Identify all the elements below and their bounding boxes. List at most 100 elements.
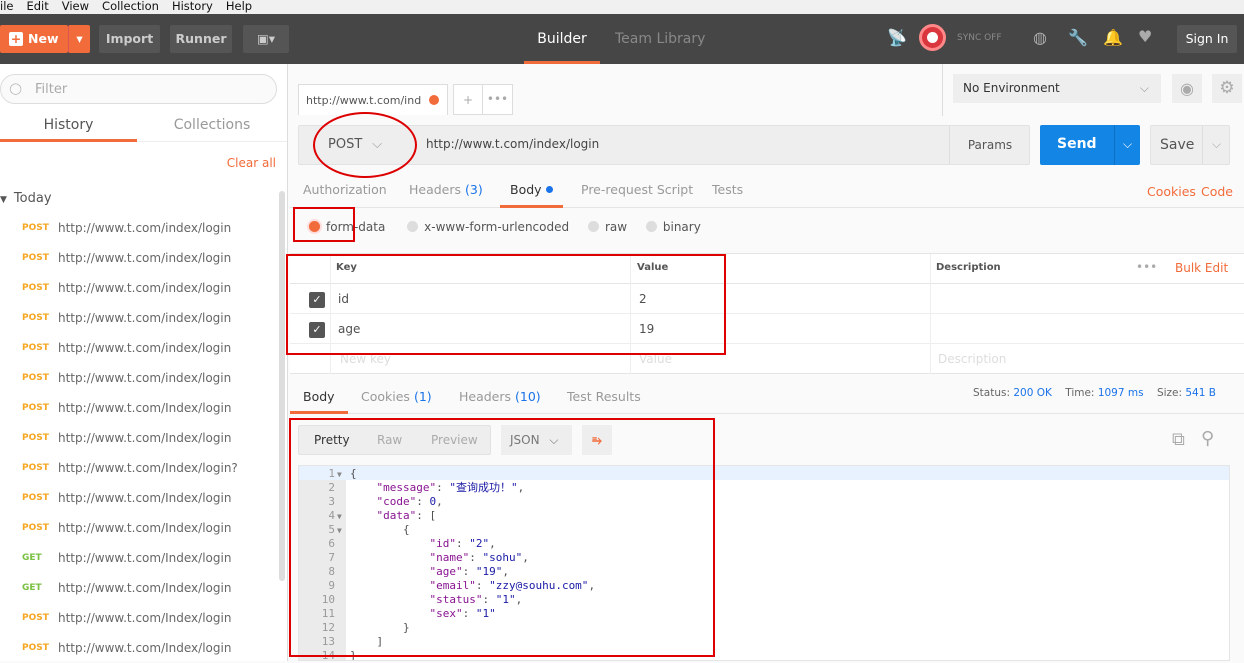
runner-button[interactable]: Runner (170, 25, 232, 53)
wrench-icon[interactable]: 🔧 (1068, 28, 1088, 47)
code-token: "查询成功！" (449, 481, 518, 494)
chevron-down-icon[interactable]: ⌵ (1202, 126, 1230, 164)
format-select[interactable]: JSON ⌵ (501, 425, 572, 455)
eye-button[interactable]: ◉ (1172, 74, 1202, 103)
history-item[interactable]: POST http://www.t.com/index/login (0, 243, 278, 273)
new-value-input[interactable]: Value (639, 352, 672, 366)
history-item[interactable]: GET http://www.t.com/Index/login (0, 573, 278, 603)
params-button[interactable]: Params (949, 126, 1030, 164)
history-item[interactable]: POST http://www.t.com/Index/login (0, 483, 278, 513)
tab-response-cookies[interactable]: Cookies (1) (361, 389, 432, 404)
tab-options-button[interactable]: ••• (483, 84, 513, 115)
bell-icon[interactable]: 🔔 (1103, 28, 1123, 47)
tab-collections[interactable]: Collections (137, 110, 287, 142)
radio-binary[interactable]: binary (645, 220, 701, 234)
history-url: http://www.t.com/Index/login? (58, 461, 238, 475)
menu-history[interactable]: History (172, 0, 213, 13)
history-item[interactable]: POST http://www.t.com/Index/login (0, 393, 278, 423)
history-item[interactable]: POST http://www.t.com/Index/login (0, 603, 278, 633)
row-checkbox[interactable]: ✓ (309, 292, 325, 308)
history-group-today[interactable]: ▼ Today (0, 191, 52, 206)
sync-icon[interactable] (919, 24, 946, 51)
response-editor[interactable]: 1 ▼{2 "message": "查询成功！", 3 "code": 0, 4 ▼ "… (298, 465, 1230, 661)
clear-all-link[interactable]: Clear all (227, 156, 276, 170)
menu-collection[interactable]: Collection (102, 0, 159, 13)
new-dropdown-button[interactable]: ▾ (68, 25, 90, 53)
code-link[interactable]: Code (1201, 184, 1233, 199)
save-button[interactable]: Save ⌵ (1150, 125, 1230, 165)
new-button[interactable]: + New (0, 25, 68, 53)
globe-icon[interactable]: ◍ (1033, 28, 1047, 47)
tab-body[interactable]: Body (500, 178, 563, 208)
history-item[interactable]: POST http://www.t.com/Index/login (0, 633, 278, 663)
history-item[interactable]: POST http://www.t.com/Index/login? (0, 453, 278, 483)
search-icon[interactable]: ⚲ (1201, 428, 1214, 449)
new-key-input[interactable]: New key (340, 352, 391, 366)
radio-form-data[interactable]: form-data (309, 220, 385, 234)
history-item[interactable]: POST http://www.t.com/index/login (0, 333, 278, 363)
fold-icon[interactable]: ▼ (335, 468, 350, 482)
sign-in-button[interactable]: Sign In (1177, 25, 1237, 53)
history-item[interactable]: POST http://www.t.com/index/login (0, 273, 278, 303)
new-row: New key Value Description (290, 344, 1244, 374)
import-button[interactable]: Import (99, 25, 160, 53)
heart-icon[interactable]: ♥ (1138, 27, 1152, 46)
new-description-input[interactable]: Description (938, 352, 1006, 366)
tab-response-headers[interactable]: Headers (10) (459, 389, 541, 404)
key-input[interactable]: id (338, 292, 349, 306)
row-checkbox[interactable]: ✓ (309, 322, 325, 338)
history-item[interactable]: POST http://www.t.com/index/login (0, 213, 278, 243)
value-input[interactable]: 19 (639, 322, 654, 336)
pretty-button[interactable]: Pretty (314, 426, 350, 454)
new-window-button[interactable]: ▣▾ (243, 25, 289, 53)
tab-team-library[interactable]: Team Library (615, 14, 705, 64)
code-token: "status" (429, 593, 483, 606)
more-options-icon[interactable]: ••• (1136, 260, 1157, 274)
url-input[interactable]: http://www.t.com/index/login (426, 137, 599, 151)
chevron-down-icon: ⌵ (1139, 81, 1149, 95)
fold-icon[interactable]: ▼ (335, 524, 350, 538)
tab-authorization[interactable]: Authorization (303, 182, 387, 197)
environment-select[interactable]: No Environment ⌵ (953, 74, 1161, 103)
cookies-link[interactable]: Cookies (1147, 184, 1196, 199)
menu-view[interactable]: View (62, 0, 89, 13)
sidebar-scrollbar[interactable] (279, 191, 285, 581)
history-item[interactable]: POST http://www.t.com/index/login (0, 363, 278, 393)
dot-indicator-icon (545, 186, 553, 193)
chevron-down-icon[interactable]: ⌵ (1114, 125, 1140, 165)
bulk-edit-link[interactable]: Bulk Edit (1175, 261, 1228, 275)
tab-headers[interactable]: Headers (3) (409, 182, 483, 197)
settings-button[interactable]: ⚙ (1212, 74, 1242, 103)
satellite-icon[interactable]: 📡 (887, 28, 907, 47)
fold-icon[interactable]: ▼ (335, 510, 350, 524)
add-tab-button[interactable]: + (453, 84, 483, 115)
history-item[interactable]: POST http://www.t.com/Index/login (0, 423, 278, 453)
tab-tests[interactable]: Tests (712, 182, 743, 197)
tab-history[interactable]: History (0, 110, 137, 142)
menu-help[interactable]: Help (226, 0, 252, 13)
history-item[interactable]: POST http://www.t.com/Index/login (0, 513, 278, 543)
send-button[interactable]: Send ⌵ (1040, 125, 1140, 165)
filter-input[interactable]: ○ Filter (0, 74, 277, 104)
wrap-lines-button[interactable]: ⥱ (582, 425, 612, 455)
menu-file[interactable]: ile (0, 0, 13, 13)
copy-icon[interactable]: ⧉ (1172, 429, 1185, 450)
view-mode-group: Pretty Raw Preview (298, 425, 491, 455)
radio-raw[interactable]: raw (587, 220, 627, 234)
tab-builder[interactable]: Builder (524, 14, 600, 64)
history-url: http://www.t.com/Index/login (58, 401, 232, 415)
radio-x-www-form-urlencoded[interactable]: x-www-form-urlencoded (407, 220, 569, 234)
tab-test-results[interactable]: Test Results (567, 389, 641, 404)
raw-button[interactable]: Raw (377, 426, 402, 454)
sidebar: ○ Filter History Collections Clear all ▼… (0, 64, 288, 661)
method-select[interactable]: POST ⌵ (299, 126, 417, 164)
key-input[interactable]: age (338, 322, 360, 336)
tab-pre-request-script[interactable]: Pre-request Script (581, 182, 693, 197)
history-item[interactable]: GET http://www.t.com/Index/login (0, 543, 278, 573)
history-item[interactable]: POST http://www.t.com/index/login (0, 303, 278, 333)
value-input[interactable]: 2 (639, 292, 647, 306)
tab-response-body[interactable]: Body (290, 381, 348, 414)
request-tab[interactable]: http://www.t.com/ind (298, 84, 448, 115)
preview-button[interactable]: Preview (431, 426, 478, 454)
menu-edit[interactable]: Edit (26, 0, 48, 13)
